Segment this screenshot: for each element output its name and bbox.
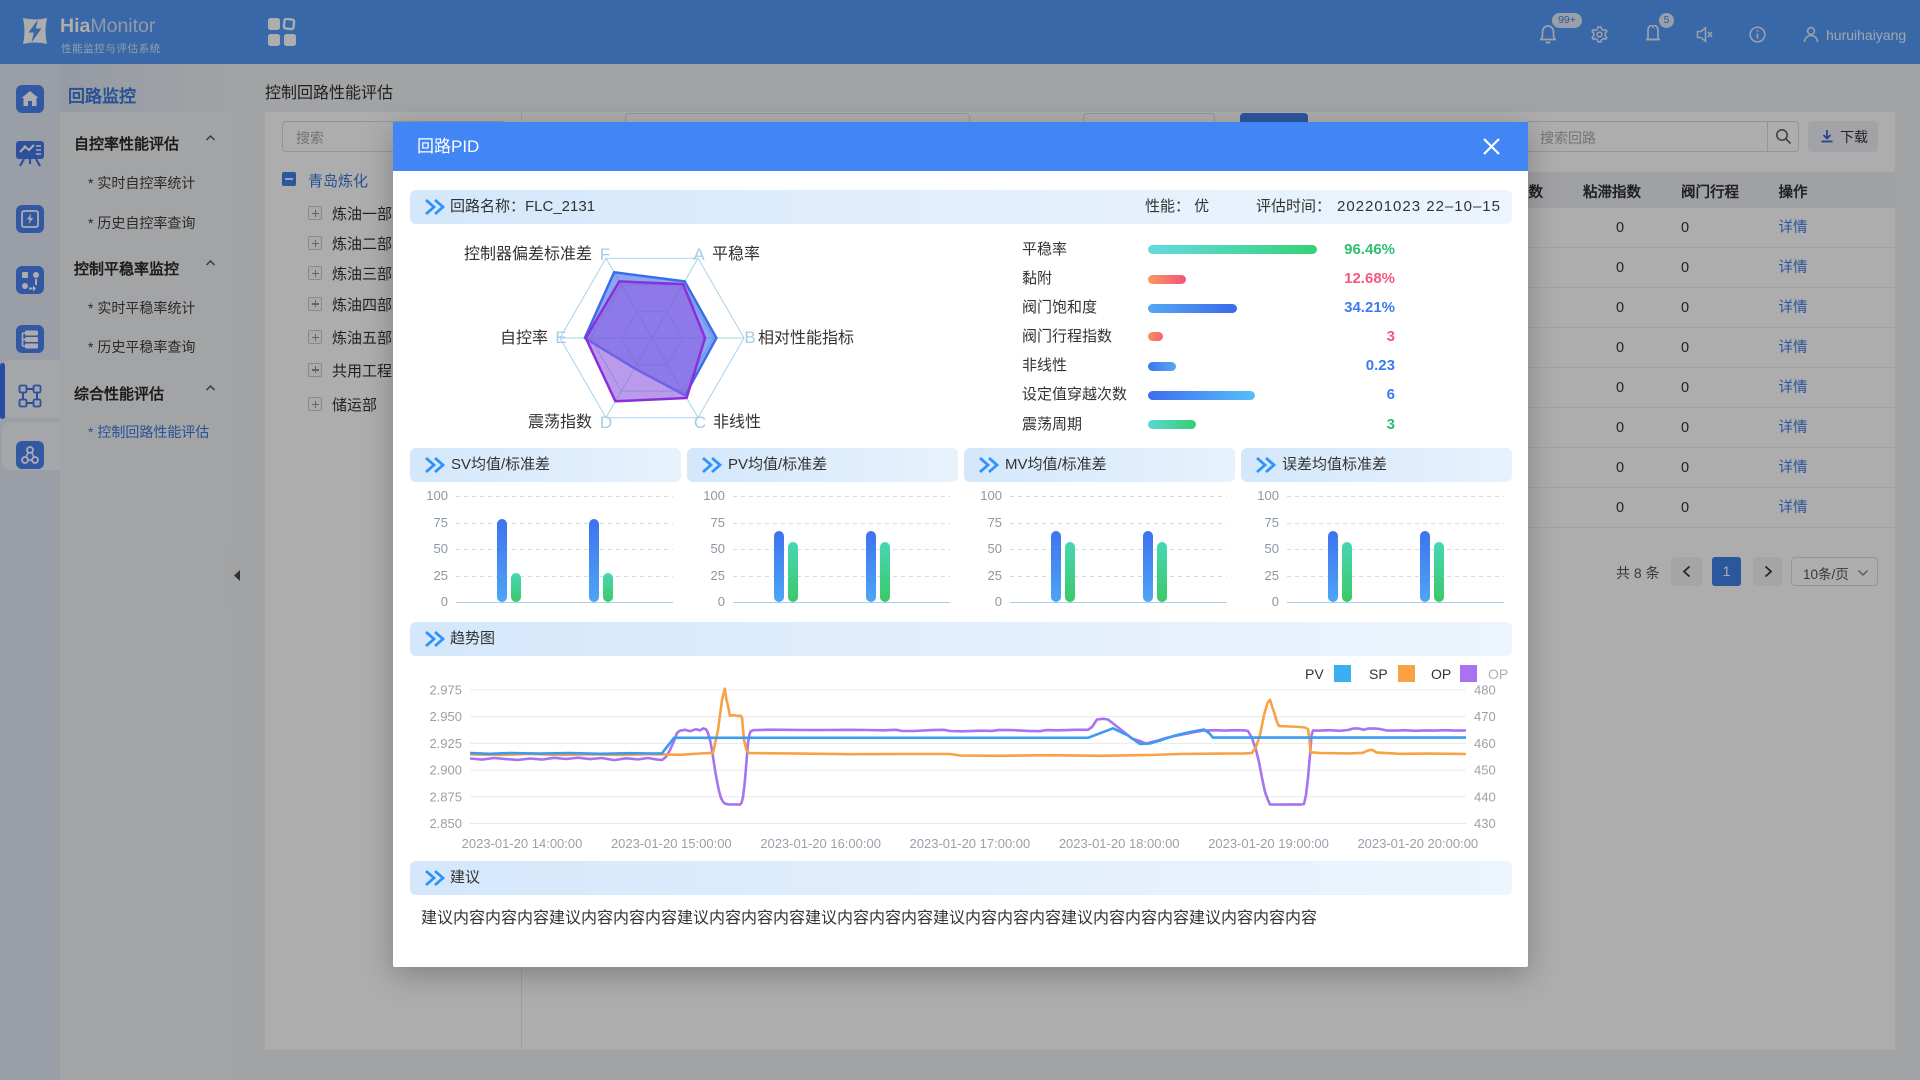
svg-text:440: 440 — [1474, 789, 1496, 804]
svg-text:2023-01-20 14:00:00: 2023-01-20 14:00:00 — [462, 836, 583, 851]
svg-text:2.975: 2.975 — [429, 683, 462, 698]
svg-text:2023-01-20 16:00:00: 2023-01-20 16:00:00 — [760, 836, 881, 851]
svg-text:2023-01-20 18:00:00: 2023-01-20 18:00:00 — [1059, 836, 1180, 851]
svg-text:2023-01-20 15:00:00: 2023-01-20 15:00:00 — [611, 836, 732, 851]
svg-text:2.875: 2.875 — [429, 789, 462, 804]
svg-text:480: 480 — [1474, 683, 1496, 698]
svg-text:2.850: 2.850 — [429, 816, 462, 831]
svg-text:2023-01-20 19:00:00: 2023-01-20 19:00:00 — [1208, 836, 1329, 851]
svg-text:450: 450 — [1474, 763, 1496, 778]
svg-text:2.925: 2.925 — [429, 736, 462, 751]
svg-text:2.900: 2.900 — [429, 763, 462, 778]
svg-text:2023-01-20 20:00:00: 2023-01-20 20:00:00 — [1357, 836, 1478, 851]
svg-text:470: 470 — [1474, 709, 1496, 724]
svg-text:2023-01-20 17:00:00: 2023-01-20 17:00:00 — [910, 836, 1031, 851]
svg-text:460: 460 — [1474, 736, 1496, 751]
svg-text:430: 430 — [1474, 816, 1496, 831]
svg-text:2.950: 2.950 — [429, 709, 462, 724]
